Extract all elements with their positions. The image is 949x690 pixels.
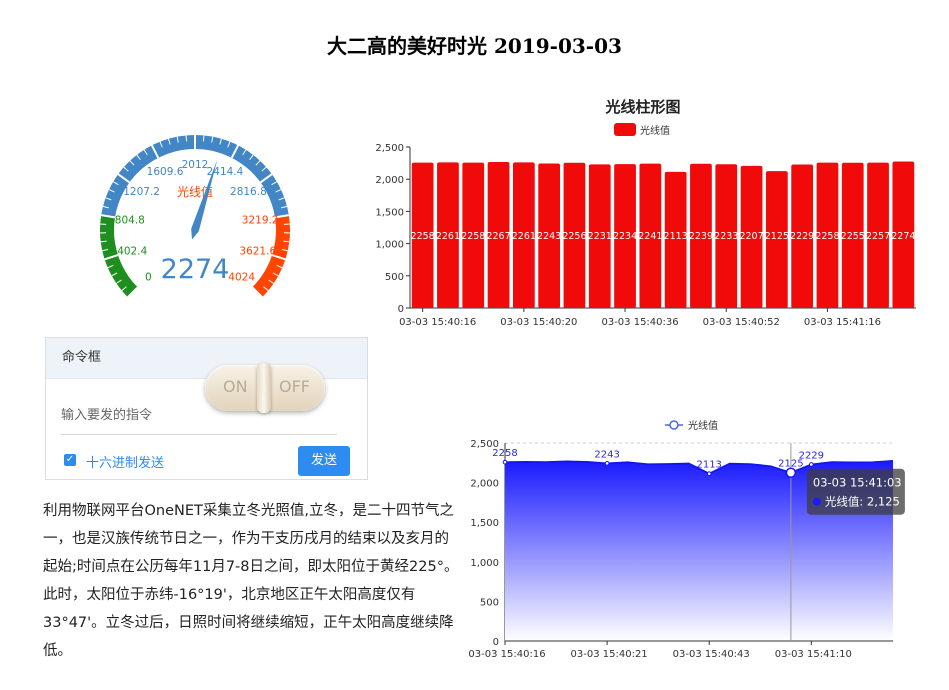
area-x-tick-label: 03-03 15:41:10 — [775, 649, 852, 660]
area-point-label: 2258 — [492, 448, 517, 459]
tooltip-series-dot — [812, 497, 821, 506]
gauge-tick — [202, 135, 205, 142]
bar-data-label: 2258 — [815, 231, 839, 242]
bar-data-label: 2229 — [790, 231, 814, 242]
description-text: 利用物联网平台OneNET采集立冬光照值,立冬，是二十四节气之一，也是汉族传统节… — [43, 503, 459, 659]
bar-data-label: 2231 — [588, 231, 612, 242]
bar-chart-title: 光线柱形图 — [604, 98, 680, 116]
area-point-label: 2243 — [594, 449, 619, 460]
hex-send-checkbox[interactable]: ✓ — [64, 454, 76, 466]
area-x-tick-label: 03-03 15:40:16 — [468, 649, 545, 660]
bar-data-label: 2239 — [689, 231, 713, 242]
bar-data-label: 2261 — [436, 231, 460, 242]
light-bar-chart: 光线柱形图光线值05001,0001,5002,0002,5002258 2261… — [375, 98, 916, 328]
bar-data-label: 2241 — [638, 231, 662, 242]
gauge-tick-label: 4024 — [228, 272, 255, 284]
bar-x-tick-label: 03-03 15:40:52 — [703, 317, 780, 328]
gauge-tick-label: 2816.8 — [230, 186, 267, 198]
on-off-toggle[interactable]: ON OFF — [205, 363, 325, 413]
area-point — [502, 459, 508, 465]
area-y-tick-label: 1,000 — [470, 558, 499, 569]
page-title: 大二高的美好时光 2019-03-03 — [327, 34, 622, 58]
area-point-label: 2113 — [696, 460, 721, 471]
bar-data-label: 2258 — [411, 231, 435, 242]
gauge-tick-label: 2012 — [182, 159, 209, 171]
gauge-tick-label: 1207.2 — [123, 186, 160, 198]
tooltip-value: 光线值: 2,125 — [825, 495, 900, 509]
area-point — [706, 471, 712, 476]
area-legend-label: 光线值 — [688, 419, 718, 432]
bar-data-label: 2257 — [866, 231, 890, 242]
bar-data-label: 2261 — [512, 231, 536, 242]
bar-data-label: 2234 — [613, 231, 637, 242]
bar-y-tick-label: 1,500 — [375, 207, 404, 218]
area-legend-marker — [669, 420, 679, 430]
command-box: 命令框 ✓ 十六进制发送 发送 — [45, 337, 368, 480]
tooltip-title: 03-03 15:41:03 — [813, 476, 902, 490]
toggle-on-label: ON — [223, 377, 248, 396]
light-area-chart: 光线值05001,0001,5002,0002,50003-03 15:40:1… — [468, 419, 905, 660]
bar-y-tick-label: 1,000 — [375, 240, 404, 251]
toggle-off-label: OFF — [279, 377, 310, 396]
bar-data-label: 2267 — [486, 231, 510, 242]
area-point-label: 2229 — [799, 450, 824, 461]
hex-send-label[interactable]: 十六进制发送 — [86, 452, 164, 471]
area-y-tick-label: 500 — [480, 597, 499, 608]
bar-x-tick-label: 03-03 15:41:16 — [804, 317, 881, 328]
gauge-tick-label: 3219.2 — [242, 215, 279, 227]
bar-y-tick-label: 2,000 — [375, 175, 404, 186]
bar-data-label: 2233 — [714, 231, 738, 242]
area-point — [809, 462, 814, 467]
toggle-knob[interactable] — [257, 363, 271, 413]
bar-data-label: 2256 — [562, 231, 586, 242]
area-y-tick-label: 2,000 — [470, 479, 499, 490]
send-button[interactable]: 发送 — [298, 446, 350, 476]
bar-y-tick-label: 500 — [385, 272, 404, 283]
area-y-tick-label: 0 — [493, 637, 499, 648]
gauge-band-1 — [101, 135, 289, 218]
gauge-tick-label: 1609.6 — [147, 166, 184, 178]
gauge-tick-label: 0 — [145, 272, 152, 284]
gauge-tick — [185, 135, 188, 142]
bar-legend-swatch — [614, 123, 636, 136]
bar-x-tick-label: 03-03 15:40:36 — [601, 317, 678, 328]
bar-data-label: 2274 — [891, 231, 915, 242]
bar-data-label: 2113 — [664, 231, 688, 242]
tooltip-marker — [785, 467, 797, 478]
gauge-pointer — [191, 159, 218, 240]
bar-x-tick-label: 03-03 15:40:16 — [399, 317, 476, 328]
bar-data-label: 2125 — [765, 231, 789, 242]
bar-data-label: 2207 — [739, 231, 763, 242]
area-x-tick-label: 03-03 15:40:21 — [571, 649, 648, 660]
gauge-tick-label: 3621.6 — [239, 245, 276, 257]
light-gauge: 0402.4804.81207.21609.620122414.42816.83… — [100, 135, 290, 298]
area-point — [604, 461, 610, 466]
bar-y-tick-label: 2,500 — [375, 143, 404, 154]
bar-legend-label: 光线值 — [640, 124, 670, 137]
gauge-tick-label: 402.4 — [117, 245, 147, 257]
gauge-tick-label: 804.8 — [115, 215, 145, 227]
area-y-tick-label: 1,500 — [470, 518, 499, 529]
bar-data-label: 2258 — [461, 231, 485, 242]
bar-data-label: 2243 — [537, 231, 561, 242]
bar-x-tick-label: 03-03 15:40:20 — [500, 317, 577, 328]
bar-y-tick-label: 0 — [398, 304, 404, 315]
area-x-tick-label: 03-03 15:40:43 — [673, 649, 750, 660]
gauge-value: 2274 — [161, 254, 230, 285]
bar-data-label: 2255 — [841, 231, 865, 242]
